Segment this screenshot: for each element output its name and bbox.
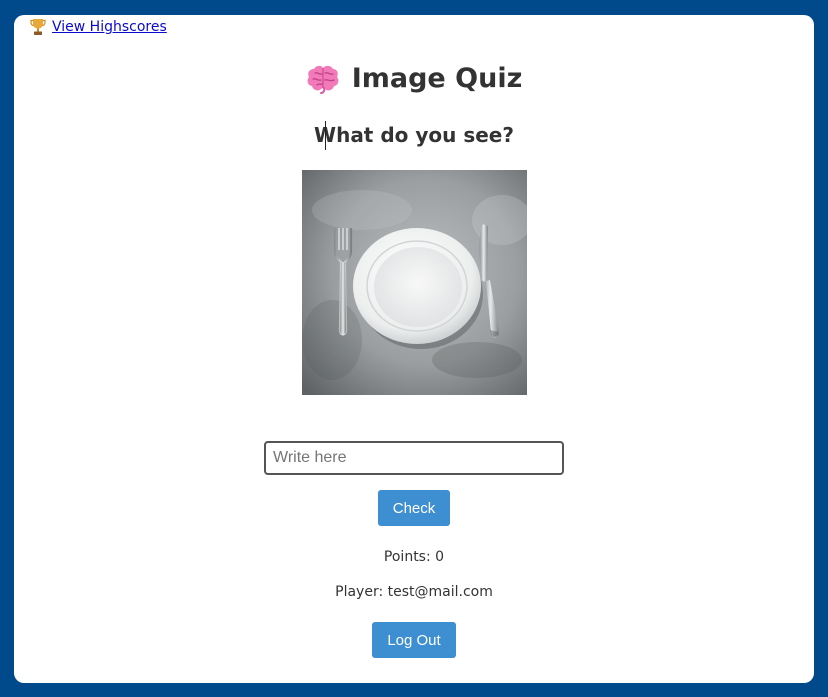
view-highscores-link[interactable]: View Highscores <box>30 18 167 36</box>
logout-button[interactable]: Log Out <box>372 622 456 658</box>
player-display: Player: test@mail.com <box>335 584 493 600</box>
quiz-card: View Highscores Image Quiz What do you s… <box>14 15 814 683</box>
quiz-question: What do you see? <box>314 123 514 147</box>
page-title: Image Quiz <box>351 63 523 94</box>
brain-icon <box>307 65 339 94</box>
page-title-row: Image Quiz <box>14 63 814 94</box>
quiz-image <box>302 170 527 395</box>
text-cursor <box>325 121 326 150</box>
check-button[interactable]: Check <box>378 490 450 526</box>
answer-input[interactable] <box>264 441 564 475</box>
points-display: Points: 0 <box>383 549 445 565</box>
trophy-icon <box>30 19 46 35</box>
view-highscores-label: View Highscores <box>52 19 167 35</box>
